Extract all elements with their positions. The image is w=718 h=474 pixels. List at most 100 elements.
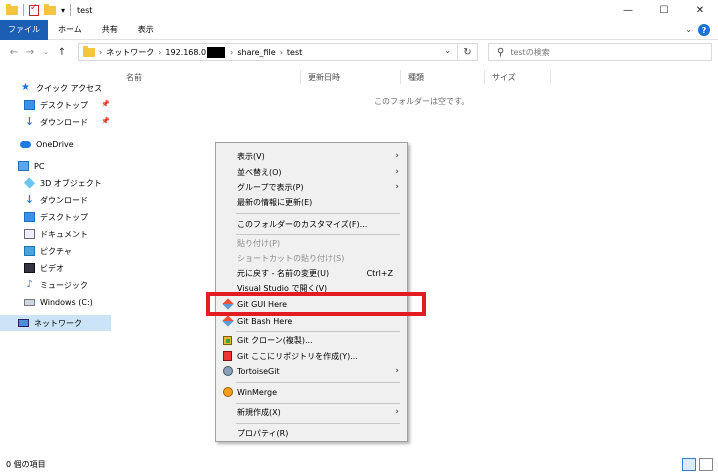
document-icon bbox=[24, 229, 35, 239]
menu-item-label: 最新の情報に更新(E) bbox=[237, 197, 313, 207]
address-bar[interactable]: › ネットワーク › 192.168.0 › share_file › test… bbox=[78, 43, 478, 61]
large-icons-view-button[interactable] bbox=[699, 458, 713, 471]
menu-item-paste-shortcut[interactable]: ショートカットの貼り付け(S) bbox=[216, 250, 407, 266]
sidebar-item-label: ダウンロード bbox=[40, 117, 88, 127]
chevron-right-icon: › bbox=[395, 167, 399, 177]
download-icon: ↓ bbox=[24, 115, 35, 128]
divider bbox=[23, 4, 24, 16]
sidebar-item-pictures[interactable]: ピクチャ bbox=[24, 243, 72, 259]
properties-icon[interactable] bbox=[29, 3, 39, 16]
column-divider[interactable] bbox=[300, 70, 301, 84]
search-placeholder: testの検索 bbox=[510, 47, 550, 57]
tab-file[interactable]: ファイル bbox=[0, 19, 48, 40]
empty-folder-message: このフォルダーは空です。 bbox=[374, 97, 470, 106]
title-bar: ▾ test — ☐ ✕ bbox=[0, 0, 718, 20]
expand-ribbon-icon[interactable]: ⌄ bbox=[685, 25, 692, 34]
menu-item-refresh[interactable]: 最新の情報に更新(E) bbox=[216, 194, 407, 210]
ribbon-tabs: ファイル ホーム 共有 表示 ⌄ ? bbox=[0, 19, 718, 40]
desktop-icon bbox=[24, 212, 35, 222]
menu-item-view[interactable]: 表示(V) › bbox=[216, 148, 407, 164]
sidebar-item-quick-access[interactable]: ★ クイック アクセス bbox=[20, 80, 102, 96]
quick-access-toolbar: ▾ bbox=[0, 0, 72, 20]
menu-item-label: WinMerge bbox=[237, 387, 277, 397]
search-icon: ⚲ bbox=[497, 46, 505, 58]
menu-item-properties[interactable]: プロパティ(R) bbox=[216, 425, 407, 441]
redaction-mask bbox=[207, 46, 226, 58]
menu-item-tortoisegit[interactable]: TortoiseGit › bbox=[216, 363, 407, 379]
sidebar-item-3d-objects[interactable]: 3D オブジェクト bbox=[23, 175, 102, 191]
window-title: test bbox=[77, 5, 93, 15]
menu-item-new[interactable]: 新規作成(X) › bbox=[216, 404, 407, 420]
status-bar-item-count: 0 個の項目 bbox=[6, 460, 46, 469]
menu-item-paste[interactable]: 貼り付け(P) bbox=[216, 235, 407, 251]
sidebar-item-desktop[interactable]: デスクトップ bbox=[24, 97, 88, 113]
chevron-right-icon[interactable]: › bbox=[230, 48, 233, 57]
chevron-right-icon[interactable]: › bbox=[158, 48, 161, 57]
help-icon[interactable]: ? bbox=[698, 24, 710, 36]
breadcrumb-network[interactable]: ネットワーク bbox=[106, 47, 154, 58]
cloud-icon bbox=[20, 140, 31, 148]
sidebar-item-music[interactable]: ♪ ミュージック bbox=[24, 277, 88, 293]
menu-item-undo[interactable]: 元に戻す - 名前の変更(U) Ctrl+Z bbox=[216, 265, 407, 281]
navigation-bar: ← → ⌄ ↑ › ネットワーク › 192.168.0 › share_fil… bbox=[0, 40, 718, 64]
sidebar-item-label: ミュージック bbox=[40, 280, 88, 290]
sidebar-item-label: デスクトップ bbox=[40, 100, 88, 110]
new-folder-icon[interactable] bbox=[44, 3, 56, 15]
sidebar-item-label: ビデオ bbox=[40, 263, 64, 273]
sidebar-item-videos[interactable]: ビデオ bbox=[24, 260, 64, 276]
sidebar-item-label: 3D オブジェクト bbox=[40, 178, 102, 188]
column-divider[interactable] bbox=[400, 70, 401, 84]
sidebar-item-downloads-pc[interactable]: ↓ ダウンロード bbox=[24, 192, 88, 208]
sidebar-item-downloads[interactable]: ↓ ダウンロード bbox=[24, 114, 88, 130]
address-dropdown-icon[interactable]: ⌄ bbox=[444, 46, 451, 55]
folder-icon bbox=[83, 45, 95, 57]
menu-item-git-create-repo[interactable]: Git ここにリポジトリを作成(Y)... bbox=[216, 348, 407, 364]
menu-separator bbox=[236, 382, 400, 383]
tab-view[interactable]: 表示 bbox=[128, 20, 164, 40]
highlight-box bbox=[206, 292, 426, 316]
menu-item-customize[interactable]: このフォルダーのカスタマイズ(F)... bbox=[216, 216, 407, 232]
breadcrumb-host[interactable]: 192.168.0 bbox=[165, 46, 226, 58]
sidebar-item-onedrive[interactable]: OneDrive bbox=[20, 136, 74, 152]
sidebar-item-pc[interactable]: PC bbox=[18, 158, 44, 174]
sidebar-item-label: Windows (C:) bbox=[40, 297, 93, 307]
details-view-button[interactable] bbox=[682, 458, 696, 471]
tab-share[interactable]: 共有 bbox=[92, 20, 128, 40]
menu-item-git-clone[interactable]: Git クローン(複製)... bbox=[216, 332, 407, 348]
search-input[interactable]: ⚲ testの検索 bbox=[488, 43, 712, 61]
recent-locations-icon[interactable]: ⌄ bbox=[38, 48, 54, 56]
menu-item-label: 並べ替え(O) bbox=[237, 167, 282, 177]
column-header-name[interactable]: 名前 bbox=[126, 70, 142, 84]
download-icon: ↓ bbox=[24, 193, 35, 206]
up-arrow-icon[interactable]: ↑ bbox=[54, 47, 70, 58]
column-divider[interactable] bbox=[550, 70, 551, 84]
back-arrow-icon[interactable]: ← bbox=[6, 47, 22, 58]
breadcrumb-test[interactable]: test bbox=[287, 48, 302, 57]
sidebar-item-network[interactable]: ネットワーク bbox=[0, 315, 111, 331]
column-divider[interactable] bbox=[484, 70, 485, 84]
forward-arrow-icon[interactable]: → bbox=[22, 47, 38, 58]
breadcrumb-share-file[interactable]: share_file bbox=[237, 48, 275, 57]
tab-home[interactable]: ホーム bbox=[48, 20, 92, 40]
menu-item-label: このフォルダーのカスタマイズ(F)... bbox=[237, 219, 368, 229]
refresh-icon[interactable]: ↻ bbox=[457, 44, 477, 60]
column-header-size[interactable]: サイズ bbox=[492, 70, 516, 84]
picture-icon bbox=[24, 246, 35, 256]
maximize-button[interactable]: ☐ bbox=[646, 0, 682, 20]
chevron-right-icon[interactable]: › bbox=[280, 48, 283, 57]
column-header-modified[interactable]: 更新日時 bbox=[308, 70, 340, 84]
pin-icon[interactable]: 📌 bbox=[101, 100, 110, 108]
sidebar-item-desktop-pc[interactable]: デスクトップ bbox=[24, 209, 88, 225]
minimize-button[interactable]: — bbox=[610, 0, 646, 20]
column-header-type[interactable]: 種類 bbox=[408, 70, 424, 84]
chevron-right-icon[interactable]: › bbox=[99, 48, 102, 57]
close-button[interactable]: ✕ bbox=[682, 0, 718, 20]
sidebar-item-documents[interactable]: ドキュメント bbox=[24, 226, 88, 242]
menu-item-winmerge[interactable]: WinMerge bbox=[216, 384, 407, 400]
menu-item-sort[interactable]: 並べ替え(O) › bbox=[216, 164, 407, 180]
pin-icon[interactable]: 📌 bbox=[101, 117, 110, 125]
sidebar-item-windows-c[interactable]: Windows (C:) bbox=[24, 294, 93, 310]
sidebar-item-label: デスクトップ bbox=[40, 212, 88, 222]
customize-toolbar-icon[interactable]: ▾ bbox=[61, 6, 65, 15]
menu-item-group[interactable]: グループで表示(P) › bbox=[216, 179, 407, 195]
